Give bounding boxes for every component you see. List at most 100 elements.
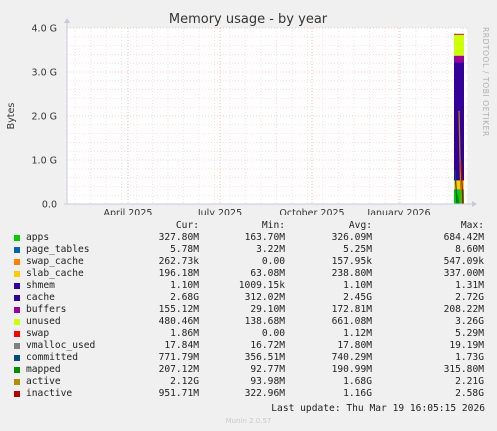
legend-row-page-tables: page_tables 5.78M 3.22M 5.25M 8.60M <box>0 244 497 256</box>
legend-max: 2.58G <box>455 388 484 399</box>
legend-avg: 326.09M <box>331 232 372 243</box>
last-update: Last update: Thu Mar 19 16:05:15 2026 <box>271 403 485 414</box>
legend-min: 63.08M <box>250 268 285 279</box>
legend-swatch <box>14 355 20 361</box>
legend-cur: 5.78M <box>170 244 199 255</box>
legend-max: 3.26G <box>455 316 484 327</box>
legend-min: 0.00 <box>261 256 285 267</box>
legend-cur: 2.68G <box>170 292 199 303</box>
legend-avg: 1.10M <box>343 280 372 291</box>
legend-min: 92.77M <box>250 364 285 375</box>
y-tick-label: 0.0 <box>42 200 57 211</box>
legend-max: 2.21G <box>455 376 484 387</box>
legend-swatch <box>14 247 20 253</box>
legend-min: 1009.15k <box>238 280 285 291</box>
legend-name: committed <box>26 352 78 363</box>
legend-row-unused: unused 480.46M 138.68M 661.08M 3.26G <box>0 316 497 328</box>
legend-swatch <box>14 343 20 349</box>
legend-name: cache <box>26 292 55 303</box>
legend-avg: 740.29M <box>331 352 372 363</box>
col-cur: Cur: <box>175 220 199 231</box>
x-tick-labels: April 2025 July 2025 October 2025 January 2… <box>104 208 431 215</box>
area-buffers <box>454 55 464 63</box>
munin-footer: Munin 2.0.57 <box>225 417 272 425</box>
legend-row-shmem: shmem 1.10M 1009.15k 1.10M 1.31M <box>0 280 497 292</box>
y-tick-label: 1.0 G <box>32 156 58 167</box>
x-tick-label: October 2025 <box>279 208 344 215</box>
legend-name: active <box>26 376 61 387</box>
legend-min: 0.00 <box>261 328 285 339</box>
legend-name: apps <box>26 232 50 243</box>
col-avg: Avg: <box>348 220 372 231</box>
legend-min: 163.70M <box>244 232 285 243</box>
legend-name: unused <box>26 316 61 327</box>
legend-swatch <box>14 367 20 373</box>
legend-cur: 262.73k <box>158 256 199 267</box>
col-min: Min: <box>261 220 285 231</box>
y-tick-labels: 0.0 1.0 G 2.0 G 3.0 G 4.0 G <box>32 24 58 211</box>
legend-swatch <box>14 319 20 325</box>
legend-swatch <box>14 331 20 337</box>
legend-row-inactive: inactive 951.71M 322.96M 1.16G 2.58G <box>0 388 497 400</box>
legend-name: swap_cache <box>26 256 84 267</box>
legend-min: 93.98M <box>250 376 285 387</box>
legend-name: buffers <box>26 304 67 315</box>
legend-min: 322.96M <box>244 388 285 399</box>
legend-avg: 172.81M <box>331 304 372 315</box>
legend-name: swap <box>26 328 50 339</box>
legend-row-slab-cache: slab_cache 196.18M 63.08M 238.80M 337.00M <box>0 268 497 280</box>
legend-max: 19.19M <box>449 340 484 351</box>
legend-avg: 5.25M <box>343 244 372 255</box>
legend-swatch <box>14 307 20 313</box>
y-axis-arrow-icon <box>64 18 70 23</box>
legend-row-swap-cache: swap_cache 262.73k 0.00 157.95k 547.09k <box>0 256 497 268</box>
legend-swatch <box>14 295 20 301</box>
legend-cur: 196.18M <box>158 268 199 279</box>
legend-name: inactive <box>26 388 73 399</box>
legend-avg: 190.99M <box>331 364 372 375</box>
legend-name: mapped <box>26 364 61 375</box>
legend-max: 2.72G <box>455 292 484 303</box>
legend-min: 138.68M <box>244 316 285 327</box>
legend-swatch <box>14 259 20 265</box>
legend-cur: 480.46M <box>158 316 199 327</box>
legend-cur: 1.10M <box>170 280 199 291</box>
legend-table: Cur: Min: Avg: Max: apps 327.80M 163.70M 32… <box>0 220 497 400</box>
legend-cur: 207.12M <box>158 364 199 375</box>
legend-max: 684.42M <box>443 232 484 243</box>
y-tick-label: 2.0 G <box>32 112 58 123</box>
legend-min: 3.22M <box>256 244 285 255</box>
legend-max: 5.29M <box>455 328 484 339</box>
legend-max: 8.60M <box>455 244 484 255</box>
legend-name: page_tables <box>26 244 90 255</box>
legend-max: 547.09k <box>443 256 484 267</box>
memory-chart: Memory usage - by year Bytes RRDTOOL / T… <box>6 12 490 215</box>
legend-name: shmem <box>26 280 55 291</box>
legend-cur: 2.12G <box>170 376 199 387</box>
legend-row-apps: apps 327.80M 163.70M 326.09M 684.42M <box>0 232 497 244</box>
legend-cur: 951.71M <box>158 388 199 399</box>
legend-cur: 17.84M <box>164 340 199 351</box>
legend-row-active: active 2.12G 93.98M 1.68G 2.21G <box>0 376 497 388</box>
legend-min: 16.72M <box>250 340 285 351</box>
legend-cur: 771.79M <box>158 352 199 363</box>
legend-row-vmalloc-used: vmalloc_used 17.84M 16.72M 17.80M 19.19M <box>0 340 497 352</box>
legend-max: 315.80M <box>443 364 484 375</box>
legend-swatch <box>14 235 20 241</box>
legend-min: 29.10M <box>250 304 285 315</box>
x-tick-label: April 2025 <box>104 208 153 215</box>
legend-avg: 1.12M <box>343 328 372 339</box>
legend-row-mapped: mapped 207.12M 92.77M 190.99M 315.80M <box>0 364 497 376</box>
rrdtool-credit: RRDTOOL / TOBI OETIKER <box>481 27 490 137</box>
legend-header: Cur: Min: Avg: Max: <box>0 220 497 232</box>
x-axis-arrow-icon <box>472 201 477 207</box>
legend-cur: 1.86M <box>170 328 199 339</box>
legend-max: 1.73G <box>455 352 484 363</box>
legend-swatch <box>14 271 20 277</box>
legend-avg: 661.08M <box>331 316 372 327</box>
legend-swatch <box>14 391 20 397</box>
x-tick-label: July 2025 <box>197 208 242 215</box>
legend-avg: 157.95k <box>331 256 372 267</box>
legend-cur: 155.12M <box>158 304 199 315</box>
legend-name: slab_cache <box>26 268 84 279</box>
